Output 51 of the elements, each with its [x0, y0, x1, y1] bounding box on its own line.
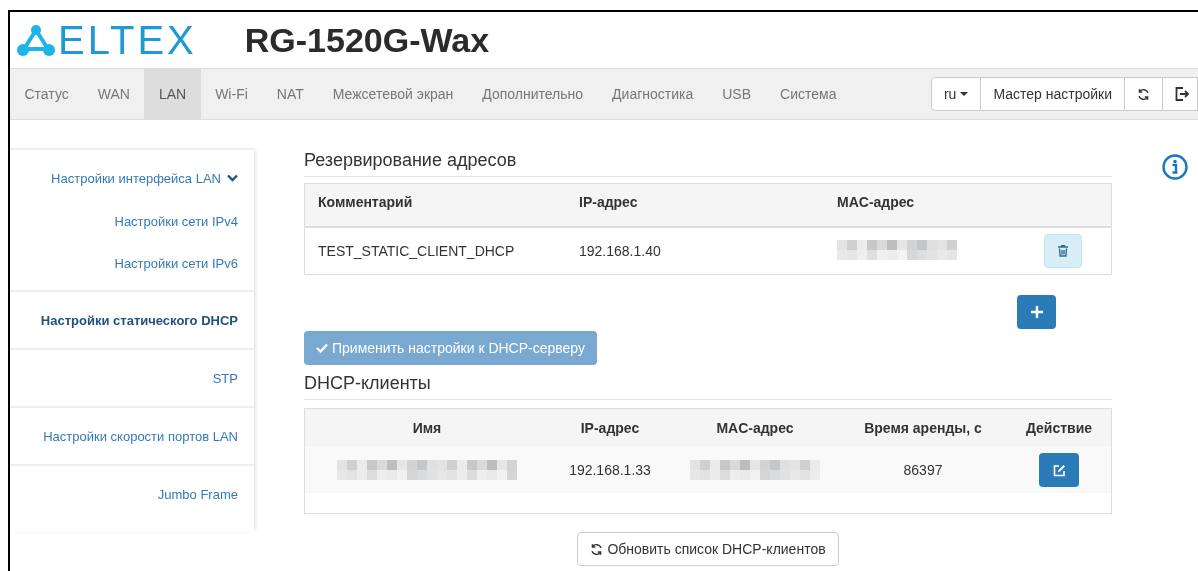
column-header: Действие [1025, 420, 1093, 436]
edit-icon [1052, 463, 1066, 477]
info-icon[interactable] [1162, 154, 1188, 180]
nav-tab[interactable]: Wi-Fi [200, 69, 263, 119]
language-dropdown[interactable]: ru [930, 77, 982, 111]
refresh-clients-button[interactable]: Обновить список DHCP-клиентов [577, 532, 839, 566]
column-header: MAC-адрес [836, 194, 916, 210]
check-icon [316, 343, 328, 353]
sidebar-item[interactable]: Jumbo Frame [10, 472, 254, 516]
logout-icon [1175, 87, 1189, 101]
nav-tab[interactable]: Диагностика [597, 69, 708, 119]
trash-icon [1058, 245, 1068, 257]
device-model: RG-1520G-Wax [244, 20, 490, 60]
table-cell-text: TEST_STATIC_CLIENT_DHCP [317, 243, 516, 259]
logout-button[interactable] [1162, 77, 1198, 111]
setup-wizard-button[interactable]: Мастер настройки [980, 77, 1125, 111]
column-header: IP-адрес [580, 420, 640, 436]
nav-tab[interactable]: Дополнительно [467, 69, 598, 119]
edit-button[interactable] [1039, 453, 1079, 487]
nav-tab[interactable]: WAN [83, 69, 145, 119]
section-title: DHCP-клиенты [304, 373, 1112, 400]
table-cell-text: 192.168.1.40 [578, 243, 662, 259]
nav-tab[interactable]: Статус [10, 69, 84, 119]
add-button[interactable] [1017, 295, 1056, 329]
logo-icon [16, 23, 56, 57]
nav-tab[interactable]: LAN [144, 69, 201, 119]
plus-icon [1030, 306, 1043, 318]
sidebar-item[interactable]: Настройки сети IPv4 [10, 200, 254, 242]
table-cell-text: 86397 [902, 462, 944, 478]
column-header: Комментарий [317, 194, 414, 210]
sidebar-item[interactable]: Настройки сети IPv6 [10, 242, 254, 284]
nav-tab[interactable]: NAT [262, 69, 319, 119]
sidebar-item[interactable]: Настройки скорости портов LAN [10, 414, 254, 458]
nav-tab[interactable]: USB [707, 69, 766, 119]
refresh-icon [590, 542, 604, 556]
logo-text: ELTEX [58, 17, 197, 63]
table-cell-text: 192.168.1.33 [568, 462, 652, 478]
refresh-icon [1137, 87, 1150, 101]
sidebar-item[interactable]: Настройки статического DHCP [10, 298, 254, 342]
column-header: IP-адрес [578, 194, 639, 210]
refresh-button[interactable] [1124, 77, 1163, 111]
sidebar-item[interactable]: STP [10, 356, 254, 400]
column-header: Имя [412, 420, 442, 436]
delete-button[interactable] [1044, 234, 1082, 268]
column-header: MAC-адрес [716, 420, 794, 436]
chevron-down-icon [227, 174, 238, 182]
sidebar-item[interactable]: Настройки интерфейса LAN [10, 156, 254, 200]
nav-tab[interactable]: Система [765, 69, 851, 119]
nav-tab[interactable]: Межсетевой экран [318, 69, 468, 119]
section-title: Резервирование адресов [304, 150, 1112, 177]
column-header: Время аренды, с [864, 420, 982, 436]
